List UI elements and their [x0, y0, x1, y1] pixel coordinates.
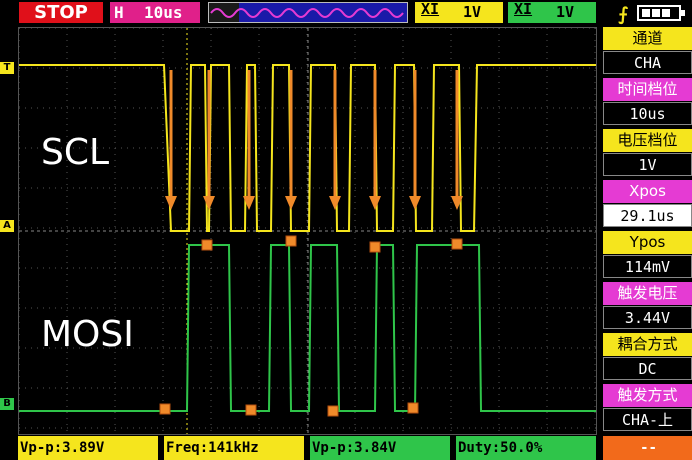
ch1-key: XI	[421, 0, 440, 18]
top-status-bar: STOP H 10us XI 1V XI 1V ⨍	[0, 0, 692, 26]
sidebar-label-1[interactable]: 时间档位	[603, 78, 692, 101]
chb-offset-marker[interactable]: B	[0, 398, 14, 410]
sidebar-value-4[interactable]: 114mV	[603, 255, 692, 278]
waveform-canvas	[18, 27, 596, 434]
ch2-value: 1V	[555, 3, 574, 21]
freq-readout: Freq:141kHz	[164, 436, 304, 460]
sample-point-4	[159, 403, 171, 415]
sample-point-1	[285, 235, 297, 247]
timebase-value: 10us	[144, 3, 183, 22]
sidebar-value-2[interactable]: 1V	[603, 153, 692, 176]
timebase-indicator[interactable]: H 10us	[110, 2, 200, 23]
sidebar-label-0[interactable]: 通道	[603, 27, 692, 50]
sidebar-label-3[interactable]: Xpos	[603, 180, 692, 203]
clock-arrowhead-1	[203, 196, 215, 210]
sidebar-value-3[interactable]: 29.1us	[603, 204, 692, 227]
clock-arrowhead-6	[409, 196, 421, 210]
scl-label: SCL	[41, 132, 110, 173]
vpp-ch2-readout: Vp-p:3.84V	[310, 436, 450, 460]
clock-arrowhead-4	[329, 196, 341, 210]
measurement-bar: Vp-p:3.89V Freq:141kHz Vp-p:3.84V Duty:5…	[18, 436, 692, 460]
sidebar-label-5[interactable]: 触发电压	[603, 282, 692, 305]
trigger-edge-icon: ⨍	[618, 4, 629, 25]
trigger-level-marker[interactable]: T	[0, 62, 14, 74]
sidebar-label-6[interactable]: 耦合方式	[603, 333, 692, 356]
sample-point-0	[201, 239, 213, 251]
sidebar-value-0[interactable]: CHA	[603, 51, 692, 74]
clock-arrowhead-0	[165, 196, 177, 210]
sample-point-7	[407, 402, 419, 414]
battery-icon	[637, 5, 685, 21]
sidebar-value-6[interactable]: DC	[603, 357, 692, 380]
ch2-key: XI	[514, 0, 533, 18]
sample-point-2	[369, 241, 381, 253]
cha-offset-marker[interactable]: A	[0, 220, 14, 232]
sidebar-label-4[interactable]: Ypos	[603, 231, 692, 254]
mosi-label: MOSI	[41, 314, 134, 355]
sidebar-value-1[interactable]: 10us	[603, 102, 692, 125]
sample-point-6	[327, 405, 339, 417]
clock-arrowhead-5	[369, 196, 381, 210]
sidebar-value-5[interactable]: 3.44V	[603, 306, 692, 329]
sidebar-label-2[interactable]: 电压档位	[603, 129, 692, 152]
ch1-scale-chip[interactable]: XI 1V	[415, 0, 503, 23]
ch1-value: 1V	[462, 3, 481, 21]
sidebar-label-7[interactable]: 触发方式	[603, 384, 692, 407]
clock-arrowhead-3	[285, 196, 297, 210]
sample-point-5	[245, 404, 257, 416]
waveform-display[interactable]: SCL MOSI	[18, 27, 597, 435]
waveform-overview[interactable]	[208, 2, 408, 23]
overview-trace	[210, 3, 407, 22]
run-stop-button[interactable]: STOP	[19, 2, 103, 23]
sidebar-value-7[interactable]: CHA-上	[603, 408, 692, 431]
timebase-prefix: H	[114, 3, 124, 22]
sample-point-3	[451, 238, 463, 250]
duty-readout: Duty:50.0%	[456, 436, 596, 460]
menu-sidebar: 通道 CHA 时间档位 10us 电压档位 1V Xpos 29.1us Ypos 114mV 触发…	[603, 27, 692, 437]
extra-readout: --	[603, 436, 692, 460]
vpp-ch1-readout: Vp-p:3.89V	[18, 436, 158, 460]
ch2-scale-chip[interactable]: XI 1V	[508, 0, 596, 23]
